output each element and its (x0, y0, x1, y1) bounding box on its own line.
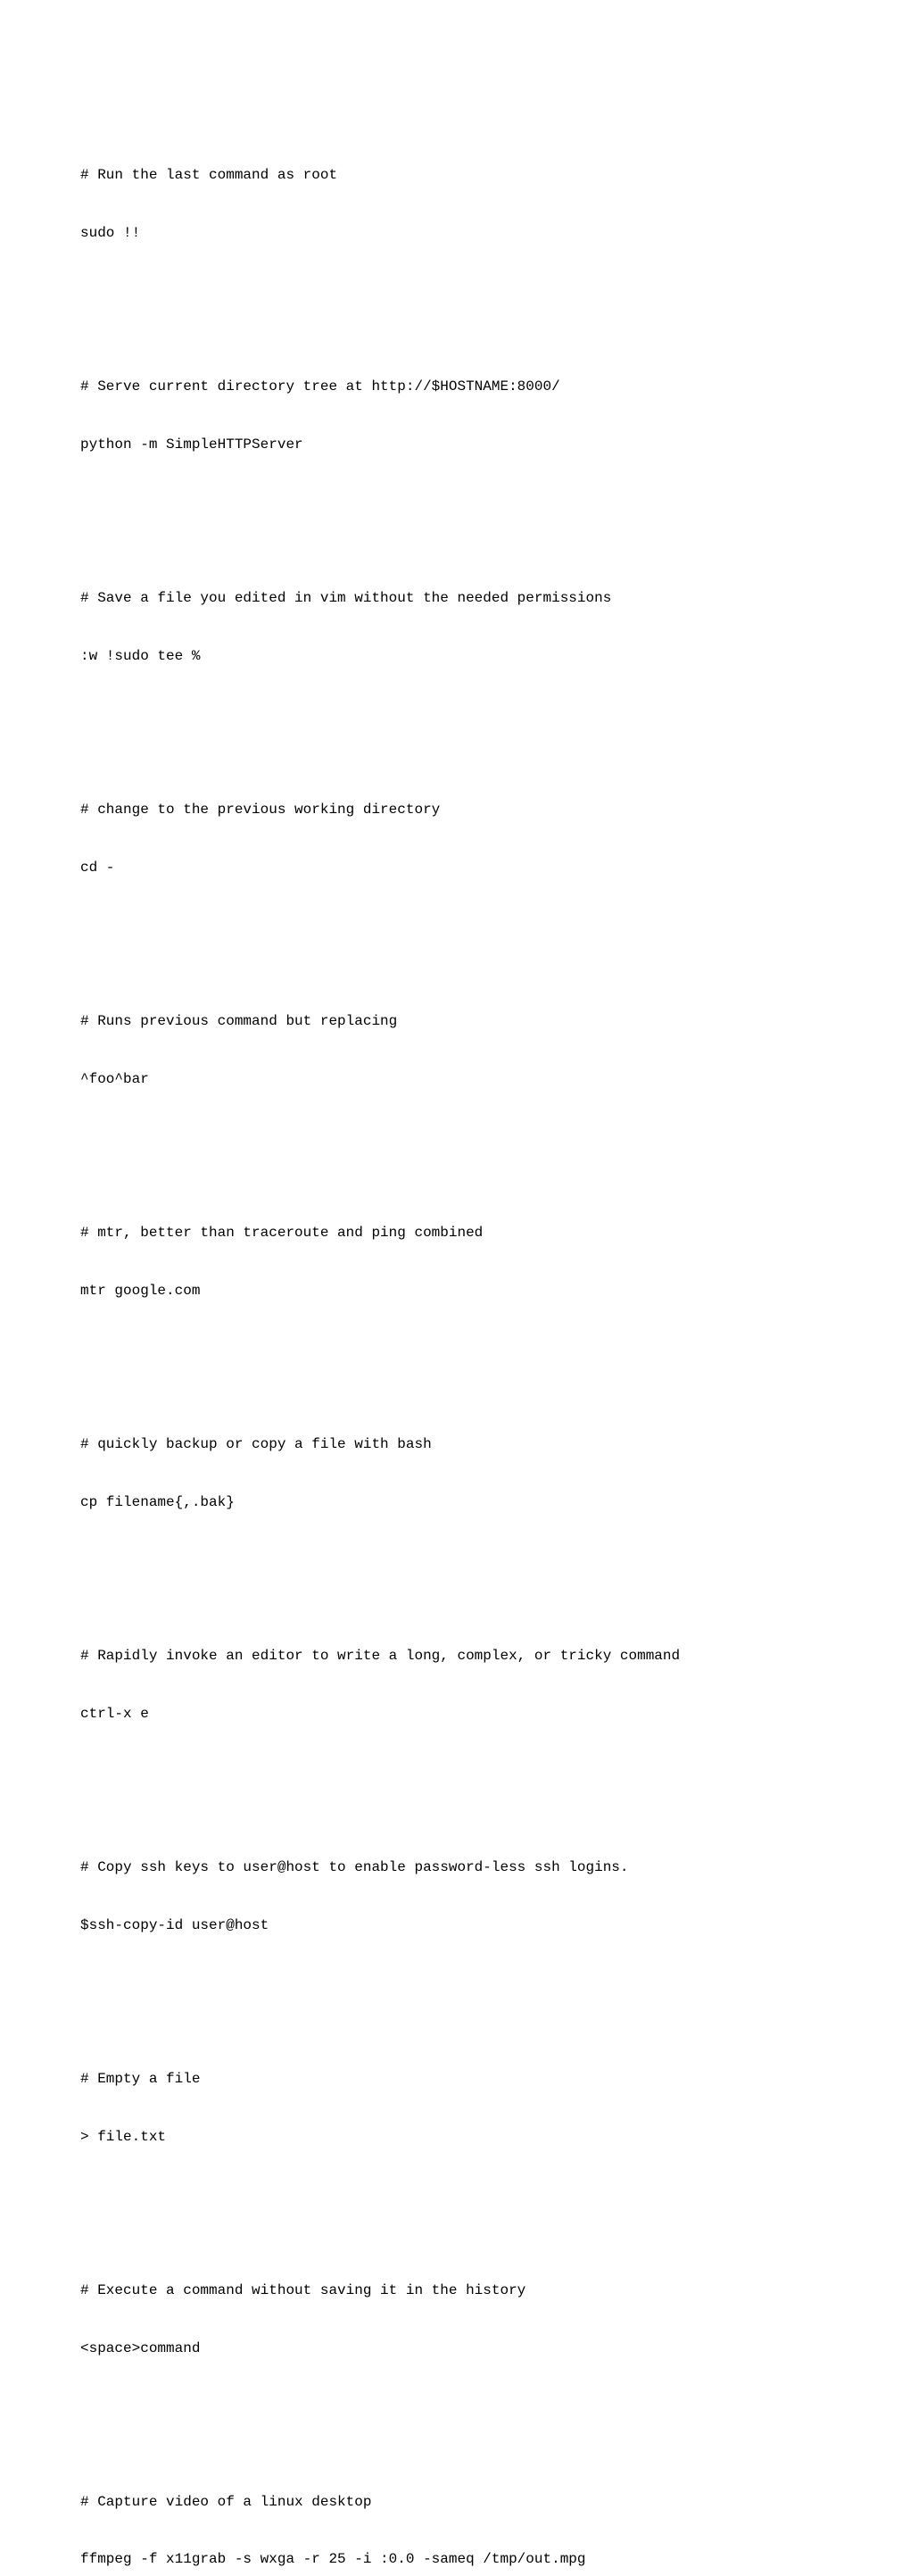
command-line: cd - (80, 859, 830, 878)
comment-line: # Save a file you edited in vim without … (80, 589, 830, 609)
code-block: # mtr, better than traceroute and ping c… (80, 1185, 830, 1340)
comment-line: # mtr, better than traceroute and ping c… (80, 1224, 830, 1243)
code-block: # Capture video of a linux desktop ffmpe… (80, 2455, 830, 2576)
comment-line: # Execute a command without saving it in… (80, 2281, 830, 2301)
code-block: # quickly backup or copy a file with bas… (80, 1397, 830, 1551)
comment-line: # Run the last command as root (80, 166, 830, 186)
comment-line: # Runs previous command but replacing (80, 1012, 830, 1032)
command-line: python -m SimpleHTTPServer (80, 436, 830, 455)
comment-line: # change to the previous working directo… (80, 801, 830, 820)
comment-line: # Capture video of a linux desktop (80, 2493, 830, 2513)
code-block: # Save a file you edited in vim without … (80, 551, 830, 705)
command-line: mtr google.com (80, 1282, 830, 1301)
code-block: # Run the last command as root sudo !! (80, 128, 830, 282)
comment-line: # Serve current directory tree at http:/… (80, 378, 830, 397)
command-line: cp filename{,.bak} (80, 1493, 830, 1513)
code-block: # change to the previous working directo… (80, 762, 830, 917)
code-block: # Runs previous command but replacing ^f… (80, 974, 830, 1128)
code-block: # Serve current directory tree at http:/… (80, 339, 830, 494)
code-block: # Empty a file > file.txt (80, 2032, 830, 2186)
command-line: ffmpeg -f x11grab -s wxga -r 25 -i :0.0 … (80, 2550, 830, 2570)
code-block: # Rapidly invoke an editor to write a lo… (80, 1608, 830, 1763)
command-line: ctrl-x e (80, 1705, 830, 1724)
command-line: :w !sudo tee % (80, 647, 830, 667)
command-line: <space>command (80, 2339, 830, 2359)
code-block: # Copy ssh keys to user@host to enable p… (80, 1820, 830, 1974)
document-page: # Run the last command as root sudo !! #… (0, 0, 910, 2576)
comment-line: # Copy ssh keys to user@host to enable p… (80, 1858, 830, 1878)
code-block: # Execute a command without saving it in… (80, 2243, 830, 2397)
comment-line: # Empty a file (80, 2070, 830, 2090)
command-line: ^foo^bar (80, 1070, 830, 1090)
command-line: $ssh-copy-id user@host (80, 1916, 830, 1936)
comment-line: # quickly backup or copy a file with bas… (80, 1435, 830, 1455)
command-line: > file.txt (80, 2128, 830, 2148)
comment-line: # Rapidly invoke an editor to write a lo… (80, 1647, 830, 1666)
command-line: sudo !! (80, 224, 830, 244)
